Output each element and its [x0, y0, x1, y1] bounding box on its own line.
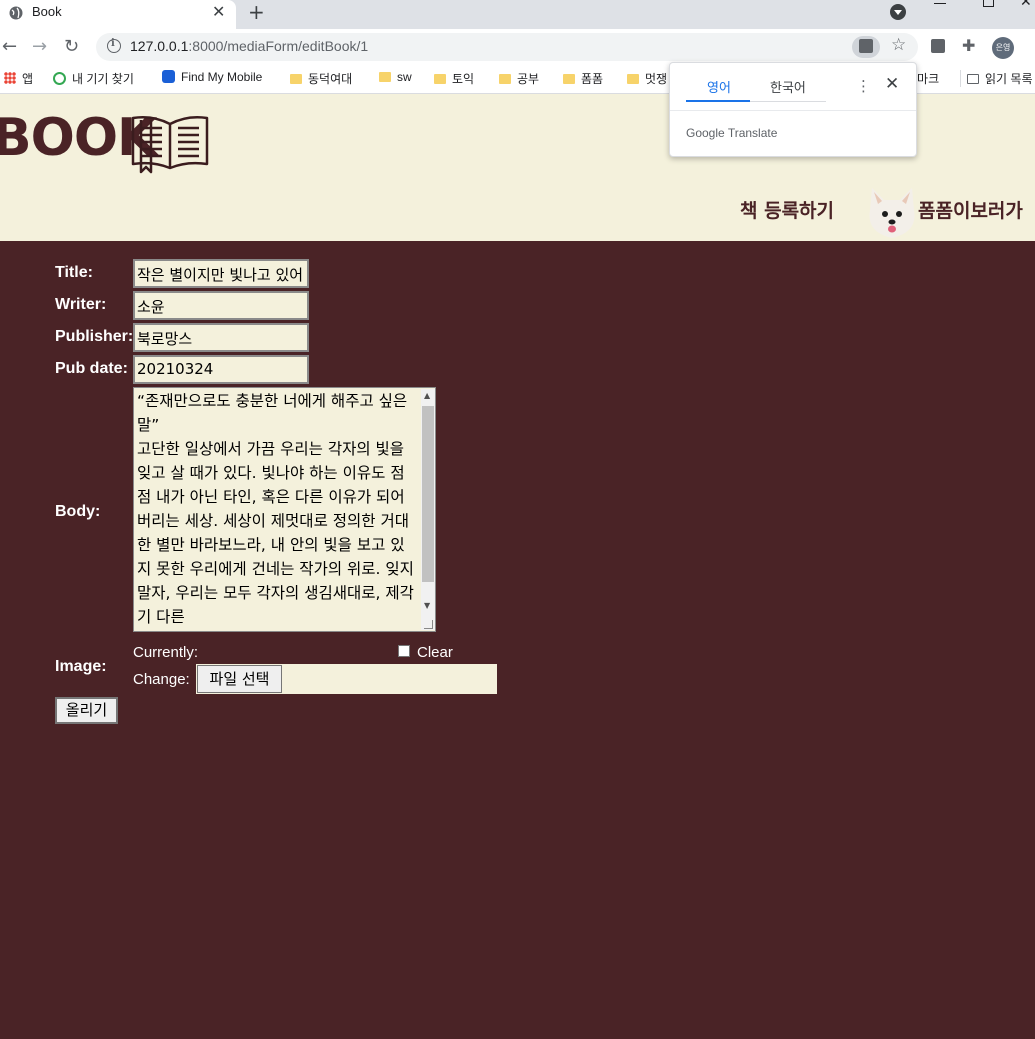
- extension-icon[interactable]: [931, 39, 945, 53]
- bookmark-folder[interactable]: 동덕여대: [290, 70, 352, 87]
- bookmark-label: 읽기 목록: [985, 72, 1033, 86]
- avatar[interactable]: 은영: [992, 37, 1014, 59]
- url-host: 127.0.0.1: [130, 38, 189, 54]
- site-info-icon[interactable]: [107, 38, 121, 53]
- url-text: 127.0.0.1:8000/mediaForm/editBook/1: [130, 38, 368, 54]
- folder-icon: [563, 74, 575, 84]
- currently-label: Currently:: [133, 644, 199, 661]
- bookmark-reading-list[interactable]: 읽기 목록: [960, 70, 1033, 87]
- submit-button[interactable]: 올리기: [55, 697, 118, 724]
- find-device-icon: [53, 72, 66, 85]
- url-path: :8000/mediaForm/editBook/1: [188, 38, 369, 54]
- browser-tab[interactable]: Book ✕: [0, 0, 236, 29]
- body-label: Body:: [55, 503, 101, 520]
- tab-divider: [750, 101, 826, 102]
- body-textarea[interactable]: “존재만으로도 충분한 너에게 해주고 싶은 말” 고단한 일상에서 가끔 우리…: [133, 387, 436, 632]
- bookmark-label: 폼폼: [581, 72, 604, 86]
- folder-icon: [379, 72, 391, 82]
- choose-file-button[interactable]: 파일 선택: [197, 665, 282, 693]
- tab-title: Book: [32, 4, 62, 19]
- new-tab-icon[interactable]: +: [248, 0, 265, 24]
- textarea-scrollbar[interactable]: ▲ ▼: [421, 389, 435, 630]
- bookmark-label: 토익: [452, 72, 475, 86]
- puzzle-icon[interactable]: ✚: [962, 36, 975, 55]
- bookmark-apps[interactable]: 앱: [4, 70, 33, 87]
- maximize-icon[interactable]: [983, 0, 994, 7]
- bookmark-label: 공부: [517, 72, 540, 86]
- scroll-up-icon[interactable]: ▲: [424, 391, 430, 400]
- bookmark-label: Find My Mobile: [181, 70, 263, 84]
- folder-icon: [434, 74, 446, 84]
- bookmark-find-device[interactable]: 내 기기 찾기: [53, 70, 134, 87]
- bookmark-label: 앱: [22, 72, 34, 86]
- bookmark-folder[interactable]: 폼폼: [563, 70, 603, 87]
- resize-grip-icon[interactable]: [424, 620, 433, 629]
- google-translate-brand: Google Translate: [686, 126, 778, 140]
- find-my-mobile-icon: [162, 70, 175, 83]
- translate-glyph-icon: [859, 39, 873, 53]
- bookmark-label: sw: [397, 70, 412, 84]
- minimize-icon[interactable]: [934, 3, 946, 4]
- scroll-thumb[interactable]: [422, 406, 434, 582]
- forward-icon[interactable]: →: [32, 36, 47, 57]
- tab-korean[interactable]: 한국어: [770, 77, 806, 96]
- popup-divider: [670, 110, 916, 111]
- title-label: Title:: [55, 264, 93, 281]
- bookmark-folder[interactable]: sw: [379, 70, 412, 84]
- bookmark-label: 내 기기 찾기: [72, 72, 134, 86]
- active-tab-indicator: [686, 100, 750, 102]
- bookmark-label: 동덕여대: [308, 72, 353, 86]
- clear-checkbox[interactable]: [398, 645, 410, 657]
- tab-english[interactable]: 영어: [707, 77, 731, 96]
- change-label: Change:: [133, 671, 190, 688]
- pompom-link[interactable]: 폼폼이보러가: [918, 196, 1023, 223]
- bookmark-star-icon[interactable]: ☆: [891, 35, 906, 55]
- folder-icon: [499, 74, 511, 84]
- body-text: “존재만으로도 충분한 너에게 해주고 싶은 말” 고단한 일상에서 가끔 우리…: [137, 392, 414, 626]
- folder-icon: [290, 74, 302, 84]
- pompom-dog-icon[interactable]: [866, 184, 918, 240]
- bookmark-find-my-mobile[interactable]: Find My Mobile: [162, 70, 262, 84]
- scroll-down-icon[interactable]: ▼: [424, 601, 430, 610]
- writer-label: Writer:: [55, 296, 107, 313]
- publisher-label: Publisher:: [55, 328, 134, 345]
- pubdate-input[interactable]: 20210324: [133, 355, 309, 384]
- window-close-icon[interactable]: ✕: [1020, 0, 1032, 10]
- bookmark-label: 멋쟁: [645, 72, 668, 86]
- globe-icon: [9, 6, 23, 20]
- reading-list-icon: [967, 74, 979, 84]
- clear-label: Clear: [417, 644, 453, 661]
- book-icon: [131, 116, 209, 174]
- tab-search-icon[interactable]: [890, 4, 906, 20]
- folder-icon: [627, 74, 639, 84]
- translate-close-icon[interactable]: ✕: [885, 74, 899, 94]
- back-icon[interactable]: ←: [2, 36, 17, 57]
- browser-menu-icon[interactable]: ⋮: [1029, 37, 1035, 56]
- tab-close-icon[interactable]: ✕: [212, 2, 225, 21]
- add-book-link[interactable]: 책 등록하기: [740, 196, 834, 223]
- bookmark-folder[interactable]: 공부: [499, 70, 539, 87]
- writer-input[interactable]: 소윤: [133, 291, 309, 320]
- bookmark-folder[interactable]: 멋쟁: [627, 70, 667, 87]
- translate-options-icon[interactable]: ⋮: [856, 77, 871, 95]
- publisher-input[interactable]: 북로망스: [133, 323, 309, 352]
- image-label: Image:: [55, 658, 107, 675]
- pubdate-label: Pub date:: [55, 360, 128, 377]
- apps-icon: [4, 72, 16, 84]
- bookmark-folder[interactable]: 토익: [434, 70, 474, 87]
- title-input[interactable]: 작은 별이지만 빛나고 있어: [133, 259, 309, 288]
- translate-popup: 영어 한국어 ⋮ ✕ Google Translate: [669, 62, 917, 157]
- translate-icon[interactable]: [852, 36, 880, 58]
- address-bar[interactable]: 127.0.0.1:8000/mediaForm/editBook/1: [96, 33, 918, 61]
- reload-icon[interactable]: ↻: [64, 36, 79, 57]
